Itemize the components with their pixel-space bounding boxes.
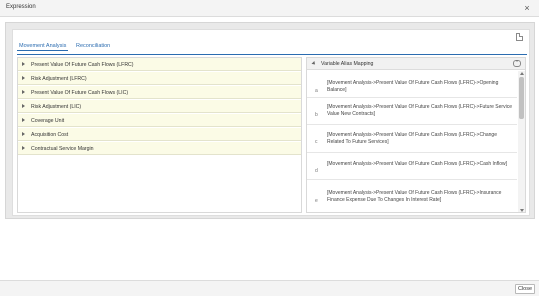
alias-text: [Movement Analysis->Present Value Of Fut… bbox=[327, 132, 497, 146]
alias-text: [Movement Analysis->Present Value Of Fut… bbox=[327, 80, 499, 94]
variable-alias-header[interactable]: Variable Alias Mapping ⌃ bbox=[307, 58, 525, 70]
tree-item[interactable]: Coverage Unit bbox=[18, 114, 301, 127]
expand-icon[interactable] bbox=[22, 90, 25, 94]
alias-letter: e bbox=[315, 198, 318, 204]
vertical-scrollbar[interactable] bbox=[518, 71, 525, 212]
close-icon[interactable]: × bbox=[522, 3, 532, 13]
tab-reconciliation[interactable]: Reconciliation bbox=[76, 43, 110, 49]
alias-letter: a bbox=[315, 88, 318, 94]
alias-letter: c bbox=[315, 139, 318, 145]
expand-icon[interactable] bbox=[22, 118, 25, 122]
variable-alias-panel: Variable Alias Mapping ⌃ a [Movement Ana… bbox=[306, 57, 526, 213]
expand-icon[interactable] bbox=[22, 104, 25, 108]
document-icon[interactable] bbox=[516, 33, 523, 41]
tree-item[interactable]: Risk Adjustment (LIC) bbox=[18, 100, 301, 113]
expression-panel: Movement Analysis Reconciliation Present… bbox=[12, 29, 530, 216]
alias-letter: b bbox=[315, 112, 318, 118]
alias-letter: d bbox=[315, 168, 318, 174]
alias-text: [Movement Analysis->Present Value Of Fut… bbox=[327, 104, 512, 118]
dialog-footer: Close bbox=[0, 280, 539, 296]
tree-item[interactable]: Contractual Service Margin bbox=[18, 142, 301, 155]
variable-alias-title: Variable Alias Mapping bbox=[321, 61, 374, 67]
tree-item-label: Coverage Unit bbox=[31, 117, 65, 124]
alias-text: [Movement Analysis->Present Value Of Fut… bbox=[327, 190, 502, 204]
dialog-titlebar: Expression × bbox=[0, 0, 539, 17]
scroll-down-icon[interactable] bbox=[519, 209, 524, 212]
tree-item[interactable]: Acquisition Cost bbox=[18, 128, 301, 141]
list-item[interactable]: b [Movement Analysis->Present Value Of F… bbox=[307, 99, 517, 125]
list-item[interactable]: c [Movement Analysis->Present Value Of F… bbox=[307, 126, 517, 153]
close-button[interactable]: Close bbox=[515, 284, 535, 294]
tree-item-label: Contractual Service Margin bbox=[31, 145, 94, 152]
collapse-triangle-icon[interactable] bbox=[311, 61, 317, 66]
list-item[interactable]: d [Movement Analysis->Present Value Of F… bbox=[307, 154, 517, 180]
list-item[interactable]: e [Movement Analysis->Present Value Of F… bbox=[307, 181, 517, 212]
tree-item-label: Present Value Of Future Cash Flows (LIC) bbox=[31, 89, 129, 96]
expand-icon[interactable] bbox=[22, 132, 25, 136]
movement-tree: Present Value Of Future Cash Flows (LFRC… bbox=[17, 57, 302, 213]
variable-alias-list: a [Movement Analysis->Present Value Of F… bbox=[307, 71, 517, 212]
scroll-up-icon[interactable] bbox=[519, 72, 524, 75]
tree-item-label: Acquisition Cost bbox=[31, 131, 69, 138]
expand-icon[interactable] bbox=[22, 76, 25, 80]
expand-icon[interactable] bbox=[22, 146, 25, 150]
tree-item[interactable]: Present Value Of Future Cash Flows (LIC) bbox=[18, 86, 301, 99]
expand-icon[interactable] bbox=[22, 62, 25, 66]
tree-item[interactable]: Risk Adjustment (LFRC) bbox=[18, 72, 301, 85]
tree-item-label: Risk Adjustment (LFRC) bbox=[31, 75, 87, 82]
tab-movement-analysis[interactable]: Movement Analysis bbox=[16, 43, 69, 51]
tree-item-label: Present Value Of Future Cash Flows (LFRC… bbox=[31, 61, 134, 68]
dialog-title: Expression bbox=[6, 4, 36, 10]
tab-underline bbox=[17, 54, 527, 55]
list-item[interactable]: a [Movement Analysis->Present Value Of F… bbox=[307, 71, 517, 98]
scroll-thumb[interactable] bbox=[519, 77, 524, 119]
collapse-icon[interactable]: ⌃ bbox=[513, 60, 521, 67]
tree-item-label: Risk Adjustment (LIC) bbox=[31, 103, 82, 110]
alias-text: [Movement Analysis->Present Value Of Fut… bbox=[327, 161, 507, 167]
tree-item[interactable]: Present Value Of Future Cash Flows (LFRC… bbox=[18, 58, 301, 71]
dialog-body: Movement Analysis Reconciliation Present… bbox=[5, 22, 535, 219]
